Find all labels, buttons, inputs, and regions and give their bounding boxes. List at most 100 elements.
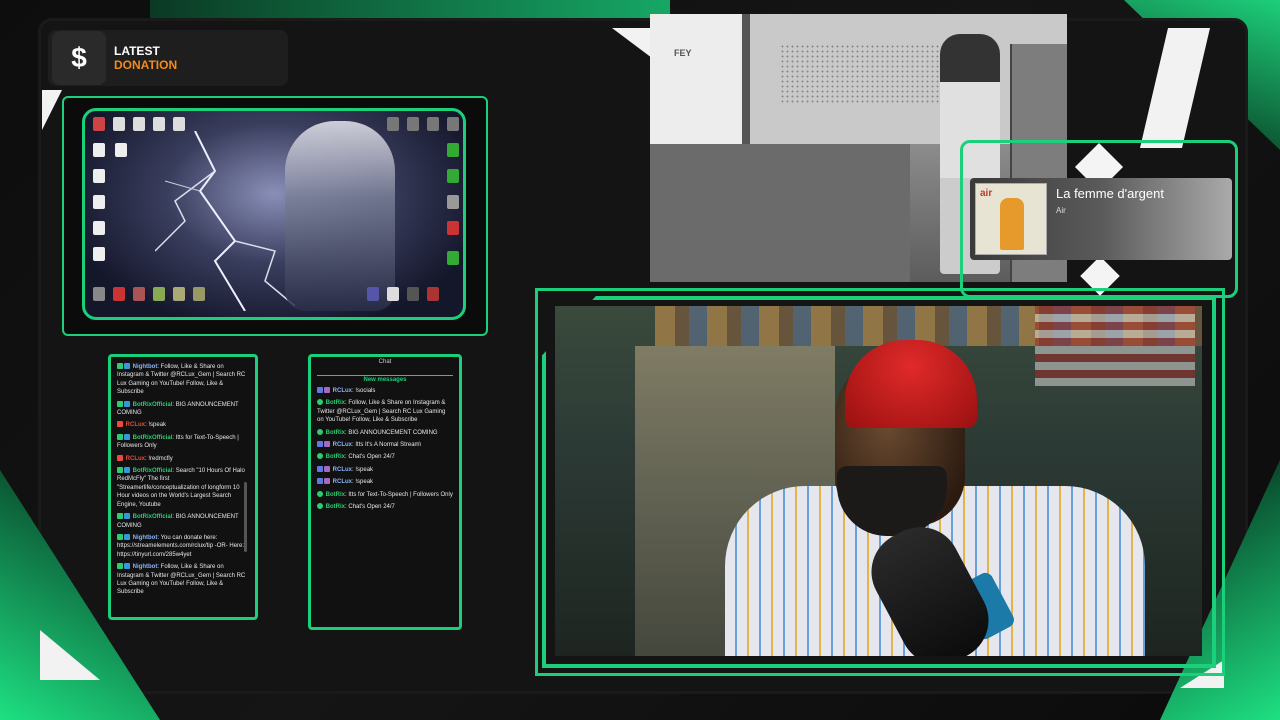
desktop-file-icon[interactable] (153, 287, 165, 301)
chat-message: BotRixOfficial: Search "10 Hours Of Halo… (117, 467, 245, 508)
desktop-file-icon[interactable] (447, 143, 459, 157)
bot-badge-icon (124, 400, 130, 407)
chat-username[interactable]: BotRix (326, 454, 345, 460)
chat-username[interactable]: Nightbot (133, 564, 158, 570)
bot-badge-icon (124, 513, 130, 520)
chat-username[interactable]: Nightbot (133, 535, 158, 541)
chat-panel-right[interactable]: Chat New messages RCLux: !socials BotRix… (308, 354, 462, 630)
chat-message: Nightbot: Follow, Like & Share on Instag… (117, 563, 246, 596)
chat-username[interactable]: RCLux (333, 467, 352, 473)
chat-username[interactable]: BotRixOfficial (133, 435, 173, 441)
bot-badge-icon (124, 433, 130, 440)
verified-badge-icon (117, 563, 123, 570)
desktop-file-icon[interactable] (153, 117, 165, 131)
chat-text: Itts for Text-To-Speech | Followers Only (348, 491, 453, 498)
verified-badge-icon (117, 400, 123, 407)
chat-message: RCLux: !redmcfly (117, 454, 249, 463)
mic-badge-icon (324, 465, 330, 472)
platform-badge-icon (317, 441, 323, 448)
desktop-file-icon[interactable] (387, 287, 399, 301)
desktop-file-icon[interactable] (93, 287, 105, 301)
desktop-file-icon[interactable] (93, 195, 105, 209)
superhero-figure (285, 121, 395, 311)
chat-message: Nightbot: You can donate here: https://s… (117, 533, 245, 558)
chat-panel-left[interactable]: Nightbot: Follow, Like & Share on Instag… (108, 354, 258, 620)
song-title: La femme d'argent (1056, 186, 1164, 201)
chat-username[interactable]: RCLux (333, 479, 352, 485)
verified-badge-icon (117, 533, 123, 540)
desktop-file-icon[interactable] (447, 221, 459, 235)
desktop-file-icon[interactable] (93, 117, 105, 131)
desktop-file-icon[interactable] (387, 117, 399, 131)
desktop-file-icon[interactable] (93, 143, 105, 157)
now-playing-widget: air La femme d'argent Air (970, 178, 1232, 260)
chat-username[interactable]: BotRix (326, 400, 345, 406)
desktop-file-icon[interactable] (113, 117, 125, 131)
chat-text: Itts It's A Normal Stream\ (355, 442, 422, 449)
desktop-file-icon[interactable] (407, 117, 419, 131)
new-messages-divider: New messages (317, 375, 453, 383)
chat-username[interactable]: RCLux (333, 388, 352, 394)
chat-username[interactable]: BotRix (326, 504, 345, 510)
dollar-icon: $ (52, 31, 106, 85)
album-art-figure (1000, 198, 1024, 250)
album-art-logo: air (980, 188, 993, 199)
bot-badge-icon (124, 363, 130, 369)
desktop-file-icon[interactable] (93, 247, 105, 261)
desktop-file-icon[interactable] (447, 251, 459, 265)
chat-message: BotRix: BIG ANNOUNCEMENT COMING (317, 428, 453, 437)
chat-text: !socials (355, 388, 376, 394)
green-accent-top (150, 0, 670, 20)
desktop-file-icon[interactable] (193, 287, 205, 301)
desktop-file-icon[interactable] (93, 221, 105, 235)
verified-badge-icon (117, 433, 123, 440)
verified-badge-icon (117, 467, 123, 474)
webcam-feed (555, 306, 1202, 656)
album-art: air (975, 183, 1047, 255)
desktop-file-icon[interactable] (173, 287, 185, 301)
chat-message: BotRix: Chat's Open 24/7 (317, 453, 453, 461)
desktop-file-icon[interactable] (113, 287, 125, 301)
mic-badge-icon (324, 387, 330, 393)
chat-message: RCLux: !socials (317, 387, 453, 395)
chat-message: BotRix: Follow, Like & Share on Instagra… (317, 399, 446, 424)
chat-username[interactable]: RCLux (126, 422, 145, 428)
chat-username[interactable]: RCLux (126, 456, 145, 462)
bot-badge-icon (124, 563, 130, 570)
platform-badge-icon (317, 387, 323, 393)
chat-text: !redmcfly (148, 455, 173, 462)
chat-username[interactable]: BotRixOfficial (133, 468, 173, 474)
desktop-file-icon[interactable] (115, 143, 127, 157)
check-badge-icon (317, 453, 323, 460)
chat-message: BotRixOfficial: BIG ANNOUNCEMENT COMING (117, 513, 239, 529)
desktop-file-icon[interactable] (133, 117, 145, 131)
desktop-file-icon[interactable] (407, 287, 419, 301)
desktop-file-icon[interactable] (367, 287, 379, 301)
chat-username[interactable]: BotRix (326, 430, 345, 436)
desktop-file-icon[interactable] (133, 287, 145, 301)
chat-username[interactable]: Nightbot (133, 364, 158, 370)
desktop-file-icon[interactable] (447, 195, 459, 209)
chat-scrollbar[interactable] (244, 482, 247, 552)
desktop-file-icon[interactable] (427, 117, 439, 131)
chat-text: !speak (355, 479, 374, 486)
desktop-file-icon[interactable] (427, 287, 439, 301)
verified-badge-icon (117, 513, 123, 520)
chat-username[interactable]: BotRixOfficial (133, 402, 173, 408)
wall-flag (1035, 306, 1195, 386)
mic-badge-icon (324, 478, 330, 485)
desktop-file-icon[interactable] (447, 169, 459, 183)
check-badge-icon (317, 428, 323, 435)
donation-label: LATEST DONATION (114, 44, 177, 72)
chat-text: Chat's Open 24/7 (348, 454, 395, 461)
office-desk (650, 144, 910, 282)
verified-badge-icon (117, 363, 123, 369)
desktop-file-icon[interactable] (173, 117, 185, 131)
chat-username[interactable]: BotRixOfficial (133, 514, 173, 520)
desktop-file-icon[interactable] (93, 169, 105, 183)
chat-username[interactable]: RCLux (333, 442, 352, 448)
desktop-file-icon[interactable] (447, 117, 459, 131)
chat-username[interactable]: BotRix (326, 492, 345, 498)
chat-message: BotRix: Chat's Open 24/7 (317, 503, 453, 511)
donation-label-line2: DONATION (114, 58, 178, 72)
